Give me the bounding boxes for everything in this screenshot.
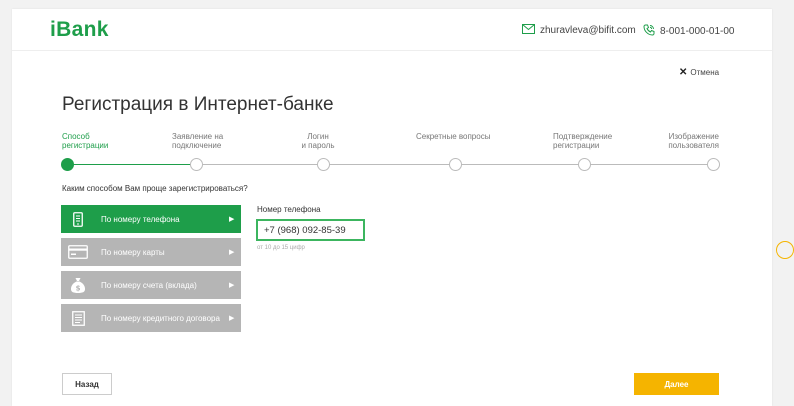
method-account-label: По номеру счета (вклада): [101, 280, 197, 290]
phone-field-label: Номер телефона: [257, 205, 321, 214]
method-phone-label: По номеру телефона: [101, 214, 180, 224]
header-email[interactable]: zhuravleva@bifit.com: [522, 24, 636, 37]
step-label-login: Логин и пароль: [301, 132, 335, 150]
step-label-user-image: Изображение пользователя: [668, 132, 719, 150]
next-button[interactable]: Далее: [634, 373, 719, 395]
page-title: Регистрация в Интернет-банке: [62, 94, 334, 115]
method-card-label: По номеру карты: [101, 247, 165, 257]
phone-device-icon: [61, 211, 95, 227]
step-dot-user-image: [707, 158, 720, 171]
svg-text:$: $: [76, 284, 81, 292]
header-phone[interactable]: 8-001-000-01-00: [643, 24, 735, 39]
registration-card: iBank zhuravleva@bifit.com 8-001-000-01-…: [12, 9, 772, 406]
method-account-button[interactable]: $ По номеру счета (вклада) ▶: [61, 271, 241, 299]
chevron-right-icon: ▶: [229, 282, 235, 289]
document-icon: [61, 310, 95, 326]
close-icon: ✕: [679, 67, 688, 78]
chevron-right-icon: ▶: [229, 315, 235, 322]
step-label-secret-questions: Секретные вопросы: [416, 132, 491, 141]
phone-icon: [643, 24, 655, 39]
chevron-right-icon: ▶: [229, 216, 235, 223]
phone-field-hint: от 10 до 15 цифр: [257, 245, 305, 251]
method-card-button[interactable]: По номеру карты ▶: [61, 238, 241, 266]
step-dot-login: [317, 158, 330, 171]
cancel-button[interactable]: ✕ Отмена: [679, 67, 719, 78]
header-email-text: zhuravleva@bifit.com: [540, 25, 636, 36]
mail-icon: [522, 24, 535, 37]
back-button[interactable]: Назад: [62, 373, 112, 395]
header: iBank zhuravleva@bifit.com 8-001-000-01-…: [12, 9, 772, 51]
step-label-confirmation: Подтверждение регистрации: [553, 132, 613, 150]
step-label-method: Способ регистрации: [62, 132, 109, 150]
stepper-track-progress: [68, 164, 198, 165]
method-loan-button[interactable]: По номеру кредитного договора ▶: [61, 304, 241, 332]
registration-stepper: Способ регистрации Заявление на подключе…: [12, 132, 772, 180]
chevron-right-icon: ▶: [229, 249, 235, 256]
step-label-application: Заявление на подключение: [172, 132, 224, 150]
header-phone-text: 8-001-000-01-00: [660, 26, 735, 37]
phone-number-input[interactable]: [256, 219, 365, 241]
step-dot-method: [61, 158, 74, 171]
cancel-label: Отмена: [690, 68, 720, 77]
step-dot-confirmation: [578, 158, 591, 171]
method-loan-label: По номеру кредитного договора: [101, 313, 220, 323]
cursor-indicator: [776, 241, 794, 259]
method-question: Каким способом Вам проще зарегистрироват…: [62, 184, 248, 193]
method-phone-button[interactable]: По номеру телефона ▶: [61, 205, 241, 233]
ibank-logo[interactable]: iBank: [50, 18, 109, 42]
card-icon: [61, 245, 95, 259]
step-dot-secret-questions: [449, 158, 462, 171]
money-bag-icon: $: [61, 277, 95, 294]
step-dot-application: [190, 158, 203, 171]
